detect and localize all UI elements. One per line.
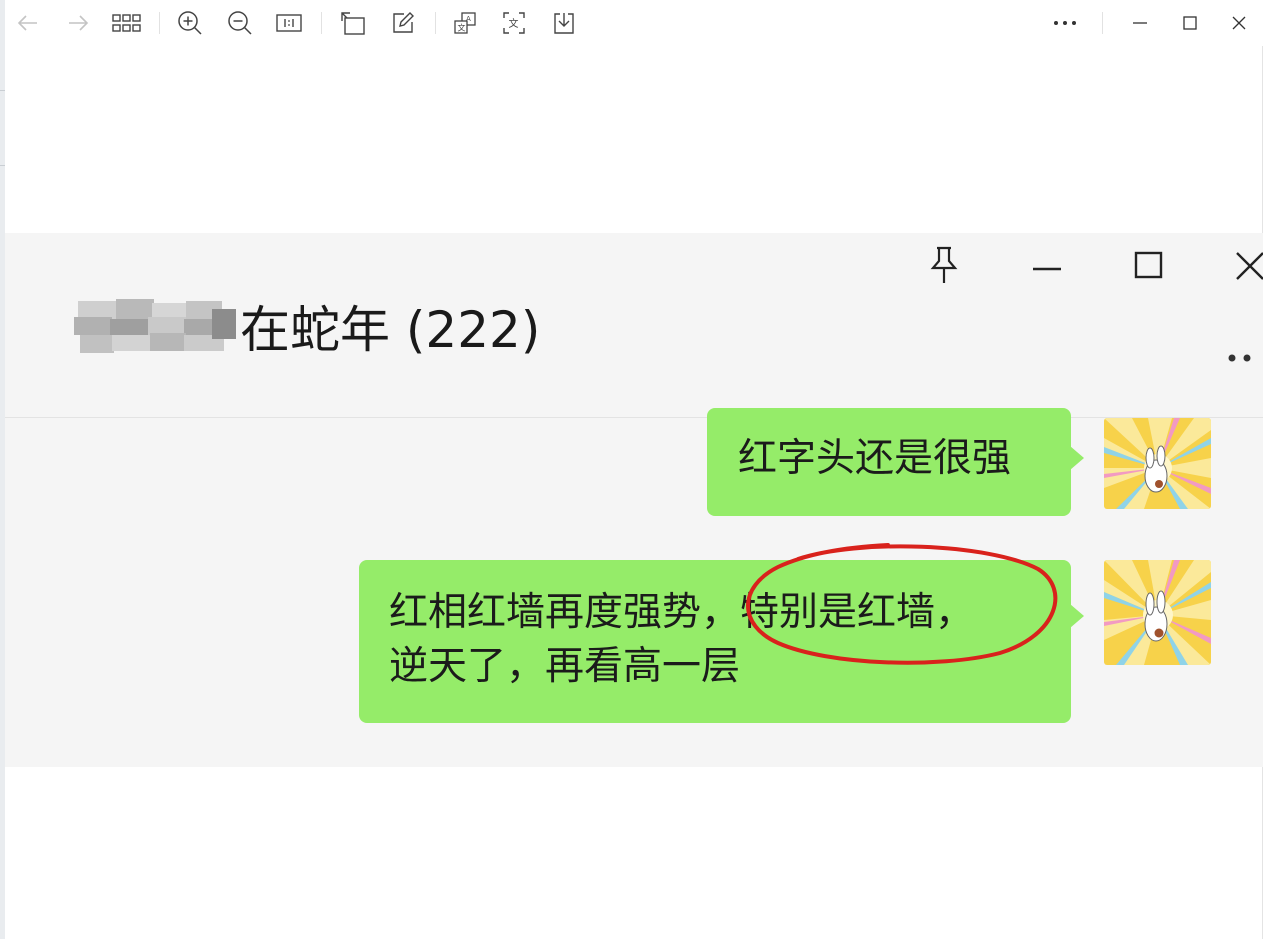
message-bubble[interactable]: 红字头还是很强: [707, 408, 1084, 516]
avatar[interactable]: [1104, 560, 1211, 665]
chat-title: 在蛇年 (222): [240, 301, 541, 359]
blurred-name-mosaic: [72, 295, 240, 357]
viewer-toolbar: 文A 文: [5, 0, 1263, 46]
close-icon[interactable]: [1224, 8, 1254, 38]
chat-header: 在蛇年 (222): [5, 233, 1263, 418]
more-options-icon[interactable]: [1050, 8, 1080, 38]
rotate-icon[interactable]: [338, 8, 368, 38]
edit-icon[interactable]: [388, 8, 418, 38]
svg-text:文: 文: [509, 17, 519, 30]
svg-text:A: A: [466, 15, 471, 23]
minimize-icon[interactable]: [1025, 243, 1069, 287]
actual-size-icon[interactable]: [274, 8, 304, 38]
right-scrollbar-edge: [1262, 0, 1269, 939]
chat-more-icon[interactable]: [1227, 341, 1257, 371]
grid-view-icon[interactable]: [112, 8, 142, 38]
extract-text-icon[interactable]: 文: [499, 8, 529, 38]
forward-arrow-icon[interactable]: [63, 8, 93, 38]
zoom-out-icon[interactable]: [225, 8, 255, 38]
svg-text:文: 文: [458, 23, 466, 33]
chat-title-row: 在蛇年 (222): [72, 291, 540, 361]
back-arrow-icon[interactable]: [13, 8, 43, 38]
maximize-icon[interactable]: [1175, 8, 1205, 38]
avatar[interactable]: [1104, 418, 1211, 509]
zoom-in-icon[interactable]: [175, 8, 205, 38]
chat-window: 在蛇年 (222) 红字头还是很强 红相红墙再度强势，特别是红墙， 逆天了，再看…: [5, 233, 1263, 767]
message-list: 红字头还是很强 红相红墙再度强势，特别是红墙， 逆天了，再看高一层: [5, 408, 1263, 767]
close-icon[interactable]: [1227, 243, 1263, 287]
translate-image-icon[interactable]: 文A: [450, 8, 480, 38]
red-highlight-circle: [746, 543, 1058, 665]
pin-icon[interactable]: [922, 243, 966, 287]
minimize-icon[interactable]: [1125, 8, 1155, 38]
save-download-icon[interactable]: [549, 8, 579, 38]
maximize-icon[interactable]: [1127, 243, 1171, 287]
message-text: 红字头还是很强: [738, 436, 1012, 481]
